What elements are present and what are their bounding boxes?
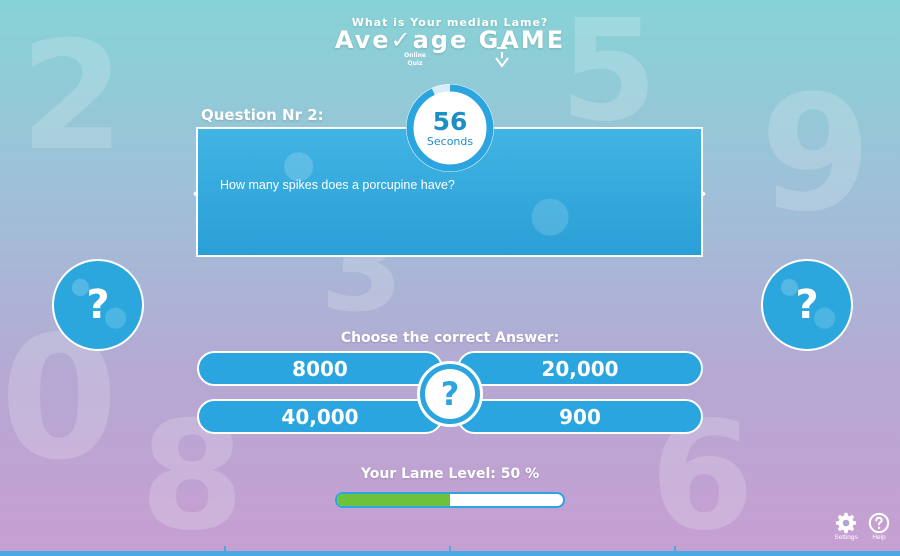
bottom-tick: [224, 546, 226, 552]
badge-line-2: Quiz: [407, 60, 423, 67]
countdown-timer: 56 Seconds: [406, 84, 494, 172]
help-label: Help: [872, 534, 886, 541]
timer-value: 56: [432, 106, 468, 136]
lame-level-value: 50 %: [500, 466, 540, 482]
answer-option-2[interactable]: 20,000: [457, 351, 703, 386]
bottom-tick: [674, 546, 676, 552]
settings-label: Settings: [834, 534, 858, 541]
logo-badge: Online Quiz: [400, 52, 430, 68]
badge-line-1: Online: [404, 52, 426, 59]
gear-icon: [835, 512, 857, 534]
game-logo: Ave✓age GAME: [334, 26, 566, 54]
background-glyph: 9: [760, 60, 872, 247]
answer-option-1[interactable]: 8000: [197, 351, 443, 386]
lame-level-progress-fill: [337, 494, 450, 506]
down-arrow-icon: [495, 47, 509, 68]
answer-prompt: Choose the correct Answer:: [340, 330, 560, 346]
bottom-tick: [449, 546, 451, 552]
question-text: How many spikes does a porcupine have?: [220, 178, 455, 192]
answer-option-4[interactable]: 900: [457, 399, 703, 434]
answer-option-3[interactable]: 40,000: [197, 399, 443, 434]
hint-button[interactable]: ?: [417, 361, 483, 427]
lame-level-progress-bar: [335, 492, 565, 508]
lame-level-caption: Your Lame Level:: [360, 466, 496, 482]
settings-button[interactable]: Settings: [829, 512, 863, 541]
previous-question-chevron-icon[interactable]: ‹: [188, 182, 204, 204]
timer-face: 56 Seconds: [414, 92, 486, 164]
next-question-chevron-icon[interactable]: ›: [695, 182, 711, 204]
help-icon: [868, 512, 890, 534]
timer-unit: Seconds: [426, 134, 474, 148]
lame-level-label: Your Lame Level: 50 %: [0, 466, 900, 482]
help-button[interactable]: Help: [862, 512, 896, 541]
question-mark-icon: ?: [425, 369, 475, 419]
question-number-label: Question Nr 2:: [201, 106, 324, 124]
